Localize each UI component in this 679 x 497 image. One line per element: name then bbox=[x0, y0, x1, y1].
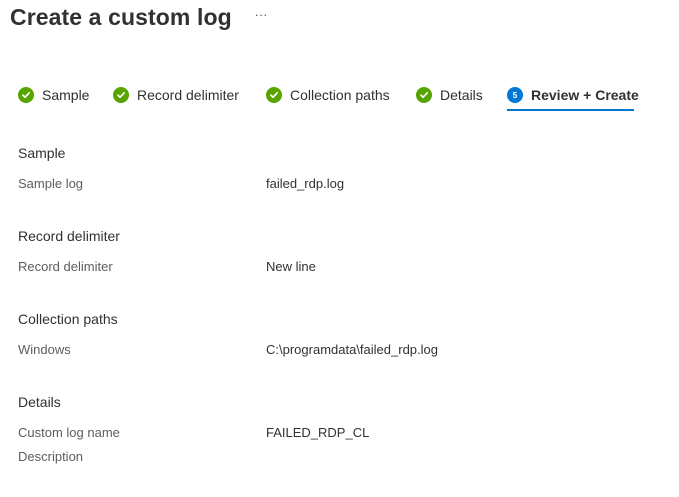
step-collection-paths[interactable]: Collection paths bbox=[266, 86, 390, 104]
wizard-steps: Sample Record delimiter Collection paths… bbox=[0, 82, 679, 114]
field-label-description: Description bbox=[18, 449, 84, 464]
active-step-indicator bbox=[507, 109, 634, 111]
step-label: Collection paths bbox=[290, 87, 390, 103]
section-heading-details: Details bbox=[18, 394, 61, 410]
step-label: Details bbox=[440, 87, 483, 103]
field-value-sample-log: failed_rdp.log bbox=[266, 176, 345, 191]
step-sample[interactable]: Sample bbox=[18, 86, 89, 104]
field-label-windows: Windows bbox=[18, 342, 71, 357]
step-label: Review + Create bbox=[531, 87, 639, 103]
field-value-windows-path: C:\programdata\failed_rdp.log bbox=[266, 342, 438, 357]
step-record-delimiter[interactable]: Record delimiter bbox=[113, 86, 239, 104]
field-label-sample-log: Sample log bbox=[18, 176, 84, 191]
step-details[interactable]: Details bbox=[416, 86, 483, 104]
check-circle-icon bbox=[113, 87, 129, 103]
check-circle-icon bbox=[18, 87, 34, 103]
step-number-icon: 5 bbox=[507, 87, 523, 103]
page-header: Create a custom log bbox=[10, 2, 232, 32]
step-review-create[interactable]: 5 Review + Create bbox=[507, 86, 639, 104]
section-heading-collection-paths: Collection paths bbox=[18, 311, 118, 327]
check-circle-icon bbox=[416, 87, 432, 103]
check-circle-icon bbox=[266, 87, 282, 103]
page-title: Create a custom log bbox=[10, 4, 232, 30]
field-label-custom-log-name: Custom log name bbox=[18, 425, 120, 440]
section-heading-sample: Sample bbox=[18, 145, 66, 161]
field-label-record-delimiter: Record delimiter bbox=[18, 259, 113, 274]
section-heading-record-delimiter: Record delimiter bbox=[18, 228, 120, 244]
field-value-record-delimiter: New line bbox=[266, 259, 316, 274]
step-label: Record delimiter bbox=[137, 87, 239, 103]
step-label: Sample bbox=[42, 87, 90, 103]
more-options-button[interactable]: ··· bbox=[252, 8, 270, 22]
field-value-custom-log-name: FAILED_RDP_CL bbox=[266, 425, 370, 440]
